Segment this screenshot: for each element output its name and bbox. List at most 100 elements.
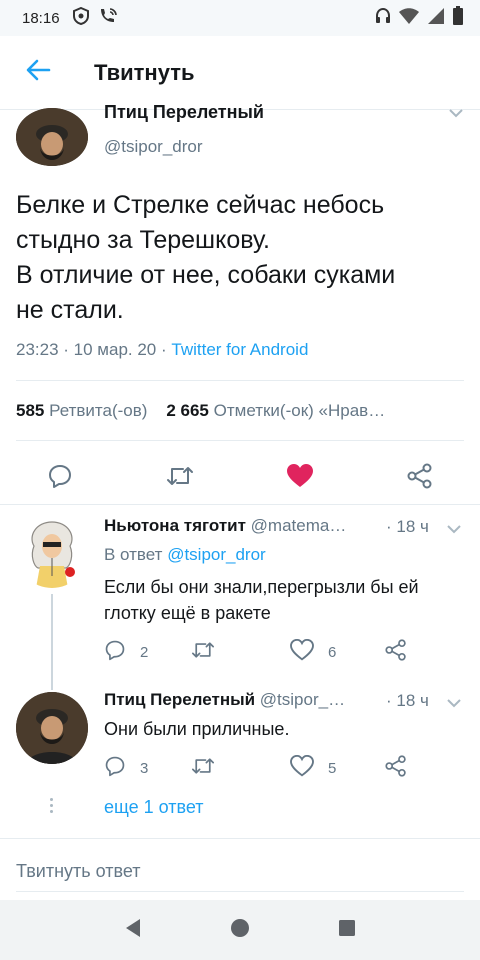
- share-icon: [406, 463, 434, 494]
- avatar[interactable]: [16, 108, 88, 166]
- reply-share-button[interactable]: [384, 638, 408, 666]
- share-button[interactable]: [400, 458, 440, 498]
- square-recents-icon: [337, 918, 357, 943]
- headset-icon: [374, 7, 392, 29]
- wifi-icon: [398, 7, 420, 29]
- like-count: 5: [328, 759, 337, 777]
- tweet-text-line: стыдно за Терешкову.: [16, 226, 270, 254]
- tweet-stats: 585 Ретвита(-ов) 2 665 Отметки(-ок) «Нра…: [16, 401, 464, 421]
- share-icon: [384, 755, 408, 781]
- retweet-icon: [190, 755, 216, 781]
- meta-dot: ·: [161, 340, 172, 359]
- divider: [0, 838, 480, 839]
- heart-icon: [290, 638, 314, 665]
- reply-icon: [47, 463, 73, 494]
- likes-label: Отметки(-ок) «Нрав…: [213, 401, 386, 420]
- reply-author[interactable]: Птиц Перелетный @tsipor_…: [104, 690, 345, 710]
- reply-author-handle: @matema…: [250, 516, 347, 535]
- tweet-text: Белке и Стрелке сейчас небось стыдно за …: [16, 188, 470, 328]
- nav-recents-button[interactable]: [327, 910, 367, 950]
- retweet-icon: [165, 463, 195, 494]
- like-count: 6: [328, 643, 337, 661]
- reply-author-name: Птиц Перелетный: [104, 690, 256, 709]
- reply-compose-input[interactable]: Твитнуть ответ: [16, 852, 464, 892]
- retweets-stat[interactable]: 585 Ретвита(-ов): [16, 401, 147, 420]
- tweet-text-line: В отличие от нее, собаки суками: [16, 261, 396, 289]
- circle-home-icon: [229, 917, 251, 944]
- tweet-date: 10 мар. 20: [73, 340, 157, 359]
- reply-text-line: Они были приличные.: [104, 719, 290, 739]
- reply-text: Если бы они знали,перегрызли бы ей глотк…: [104, 574, 464, 626]
- shield-icon: [72, 6, 90, 29]
- tweet-text-line: не стали.: [16, 296, 124, 324]
- status-time: 18:16: [22, 9, 60, 27]
- signal-icon: [426, 7, 446, 29]
- reply-time: · 18 ч: [386, 691, 429, 710]
- in-reply-handle-link[interactable]: @tsipor_dror: [167, 545, 266, 564]
- tweet-meta: 23:23 · 10 мар. 20 · Twitter for Android: [16, 340, 308, 360]
- reply-count: 3: [140, 759, 149, 777]
- nav-home-button[interactable]: [220, 910, 260, 950]
- back-button[interactable]: [18, 53, 58, 93]
- like-button[interactable]: [280, 458, 320, 498]
- divider: [16, 380, 464, 381]
- retweet-button[interactable]: [160, 458, 200, 498]
- avatar[interactable]: [16, 516, 88, 588]
- reply-icon: [104, 639, 126, 665]
- chevron-down-icon: [446, 696, 462, 713]
- author-handle[interactable]: @tsipor_dror: [104, 137, 203, 157]
- thread-connector: [51, 594, 53, 690]
- reply-text-line: глотку ещё в ракете: [104, 603, 271, 623]
- author-name[interactable]: Птиц Перелетный: [104, 102, 264, 123]
- status-bar: 18:16: [0, 0, 480, 36]
- chevron-down-icon: [446, 522, 462, 539]
- system-nav-bar: [0, 900, 480, 960]
- heart-filled-icon: [286, 463, 314, 494]
- reply-reply-button[interactable]: 2: [104, 638, 148, 666]
- page-title: Твитнуть: [94, 59, 195, 85]
- divider: [16, 440, 464, 441]
- reply-like-button[interactable]: 6: [290, 638, 336, 666]
- tweet-text-line: Белке и Стрелке сейчас небось: [16, 191, 385, 219]
- triangle-back-icon: [123, 917, 143, 944]
- arrow-left-icon: [25, 58, 51, 87]
- reply-retweet-button[interactable]: [190, 638, 216, 666]
- in-reply-to: В ответ @tsipor_dror: [104, 545, 266, 565]
- reply-author[interactable]: Ньютона тяготит @matema…: [104, 516, 346, 536]
- reply-menu-button[interactable]: [446, 696, 462, 714]
- avatar[interactable]: [16, 692, 88, 764]
- retweet-icon: [190, 639, 216, 665]
- meta-dot: ·: [63, 340, 74, 359]
- in-reply-prefix: В ответ: [104, 545, 163, 564]
- reply-menu-button[interactable]: [446, 522, 462, 540]
- retweets-label: Ретвита(-ов): [49, 401, 148, 420]
- top-app-bar: Твитнуть: [0, 36, 480, 110]
- reply-share-button[interactable]: [384, 754, 408, 782]
- reply-button[interactable]: [40, 458, 80, 498]
- likes-stat[interactable]: 2 665 Отметки(-ок) «Нрав…: [166, 401, 385, 420]
- main-tweet: Птиц Перелетный @tsipor_dror Белке и Стр…: [0, 100, 480, 505]
- battery-icon: [452, 6, 464, 30]
- show-more-replies-link[interactable]: еще 1 ответ: [104, 797, 204, 818]
- reply-time: · 18 ч: [386, 517, 429, 536]
- retweets-count: 585: [16, 401, 45, 420]
- reply-author-handle: @tsipor_…: [259, 690, 346, 709]
- reply-icon: [104, 755, 126, 781]
- share-icon: [384, 639, 408, 665]
- reply-text-line: Если бы они знали,перегрызли бы ей: [104, 577, 419, 597]
- reply-like-button[interactable]: 5: [290, 754, 336, 782]
- tweet-actions: [0, 452, 480, 512]
- divider: [0, 504, 480, 505]
- tweet-source-link[interactable]: Twitter for Android: [171, 340, 308, 359]
- reply-reply-button[interactable]: 3: [104, 754, 148, 782]
- thread-dots: [50, 798, 54, 816]
- chevron-down-icon: [448, 106, 464, 123]
- reply-retweet-button[interactable]: [190, 754, 216, 782]
- tweet-time: 23:23: [16, 340, 59, 359]
- likes-count: 2 665: [166, 401, 209, 420]
- tweet-menu-button[interactable]: [448, 106, 464, 124]
- wifi-call-icon: [98, 7, 118, 29]
- reply-count: 2: [140, 643, 149, 661]
- nav-back-button[interactable]: [113, 910, 153, 950]
- reply-author-name: Ньютона тяготит: [104, 516, 246, 535]
